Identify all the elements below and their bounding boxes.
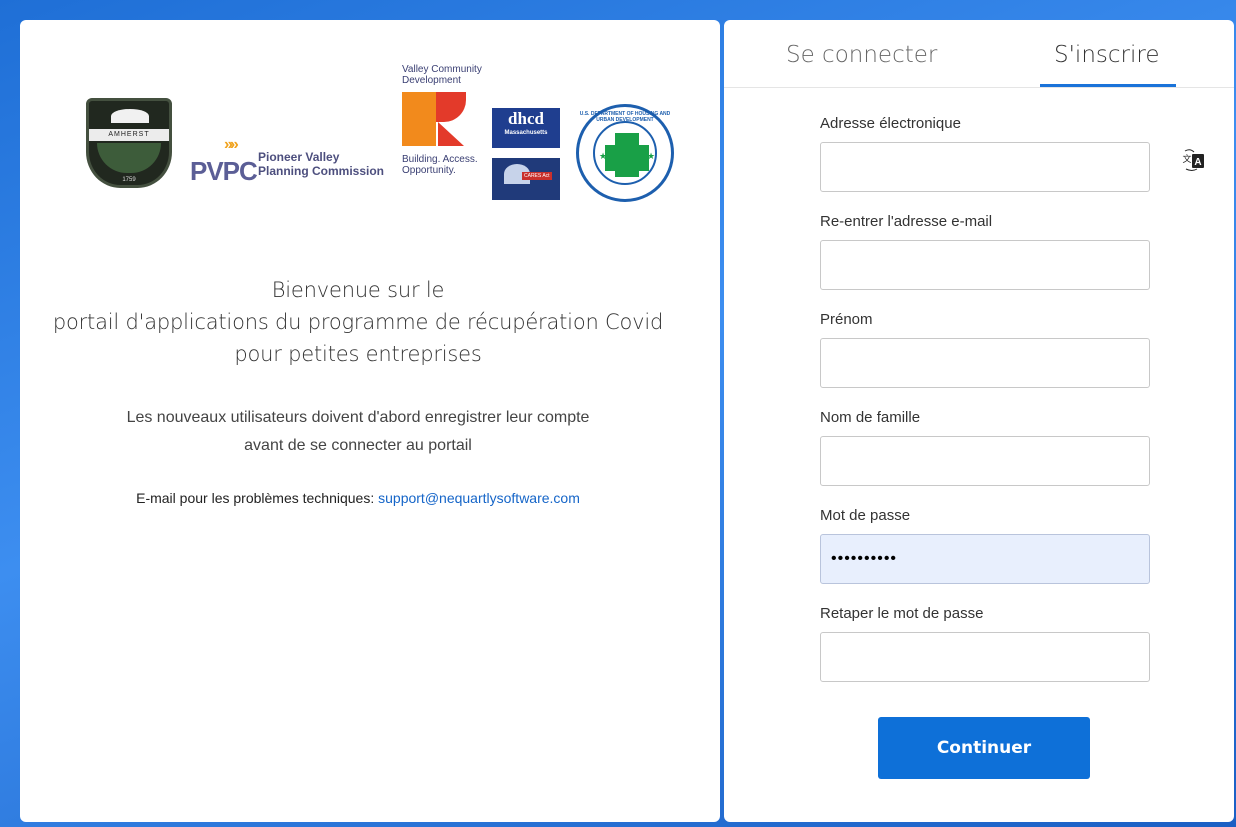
pvpc-logo: »» PVPC Pioneer Valley Planning Commissi… — [190, 134, 386, 188]
password-input[interactable] — [820, 534, 1150, 584]
support-email-link[interactable]: support@nequartlysoftware.com — [378, 490, 580, 506]
cares-label: CARES Act — [522, 172, 552, 180]
note-line-1: Les nouveaux utilisateurs doivent d'abor… — [126, 409, 590, 426]
hud-seal: U.S. DEPARTMENT OF HOUSING AND URBAN DEV… — [576, 104, 674, 202]
hud-seal-inner: ★ ★ — [593, 121, 657, 185]
vcd-mark — [402, 92, 468, 146]
amherst-year: 1759 — [122, 177, 136, 183]
star-icon: ★ — [599, 151, 608, 161]
auth-tabs: Se connecter S'inscrire — [724, 20, 1234, 88]
star-icon: ★ — [647, 151, 656, 161]
email-field-group: Adresse électronique — [820, 114, 1150, 212]
password-confirm-label: Retaper le mot de passe — [820, 605, 984, 622]
svg-text:A: A — [1194, 157, 1201, 168]
vcd-title: Valley Community Development — [402, 64, 482, 86]
page-frame: AMHERST 1759 »» PVPC Pioneer Valley Plan… — [20, 20, 1236, 827]
last-name-field-group: Nom de famille — [820, 408, 1150, 506]
first-name-input[interactable] — [820, 338, 1150, 388]
amherst-shield — [97, 143, 161, 173]
pvpc-chevrons-icon: »» — [224, 136, 239, 153]
dhcd-logo: dhcd Massachusetts — [492, 108, 560, 148]
vcd-logo: Valley Community Development Building. A… — [402, 64, 484, 234]
welcome-line-2: portail d'applications du programme de r… — [52, 310, 664, 334]
pvpc-mark: PVPC — [190, 156, 258, 186]
email-confirm-label: Re-entrer l'adresse e-mail — [820, 213, 993, 230]
last-name-input[interactable] — [820, 436, 1150, 486]
partner-logos: AMHERST 1759 »» PVPC Pioneer Valley Plan… — [86, 64, 676, 234]
email-label: Adresse électronique — [820, 115, 961, 132]
password-field-group: Mot de passe — [820, 506, 1150, 604]
support-label: E-mail pour les problèmes techniques: — [136, 490, 375, 506]
pvpc-name: Pioneer Valley Planning Commission — [258, 150, 385, 178]
welcome-heading: Bienvenue sur le portail d'applications … — [20, 274, 696, 370]
email-confirm-input[interactable] — [820, 240, 1150, 290]
active-tab-indicator — [1040, 84, 1176, 87]
dhcd-text: dhcd — [508, 109, 544, 128]
amherst-band: AMHERST — [89, 129, 169, 141]
password-confirm-field-group: Retaper le mot de passe — [820, 604, 1150, 702]
email-input[interactable] — [820, 142, 1150, 192]
amherst-logo: AMHERST 1759 — [86, 98, 172, 188]
tab-signin[interactable]: Se connecter — [786, 42, 937, 68]
cares-act-logo: CARES Act — [492, 158, 560, 200]
tab-signup[interactable]: S'inscrire — [1054, 42, 1159, 68]
translate-icon[interactable]: A 文 — [1182, 148, 1206, 172]
password-confirm-input[interactable] — [820, 632, 1150, 682]
email-confirm-field-group: Re-entrer l'adresse e-mail — [820, 212, 1150, 310]
book-emblem — [111, 109, 149, 123]
auth-panel: Se connecter S'inscrire A 文 Adresse élec… — [724, 20, 1234, 822]
last-name-label: Nom de famille — [820, 409, 921, 426]
first-name-label: Prénom — [820, 311, 873, 328]
support-contact: E-mail pour les problèmes techniques: su… — [20, 490, 696, 506]
svg-text:文: 文 — [1182, 153, 1191, 165]
continue-button[interactable]: Continuer — [878, 717, 1090, 779]
signup-form: Adresse électronique Re-entrer l'adresse… — [820, 114, 1150, 702]
dhcd-subtext: Massachusetts — [504, 130, 548, 136]
welcome-line-1: Bienvenue sur le — [271, 278, 445, 302]
welcome-line-3: pour petites entreprises — [234, 342, 482, 366]
registration-note: Les nouveaux utilisateurs doivent d'abor… — [20, 404, 696, 460]
password-label: Mot de passe — [820, 507, 911, 524]
note-line-2: avant de se connecter au portail — [244, 437, 472, 454]
welcome-panel: AMHERST 1759 »» PVPC Pioneer Valley Plan… — [20, 20, 720, 822]
first-name-field-group: Prénom — [820, 310, 1150, 408]
vcd-tagline: Building. Access. Opportunity. — [402, 154, 478, 176]
